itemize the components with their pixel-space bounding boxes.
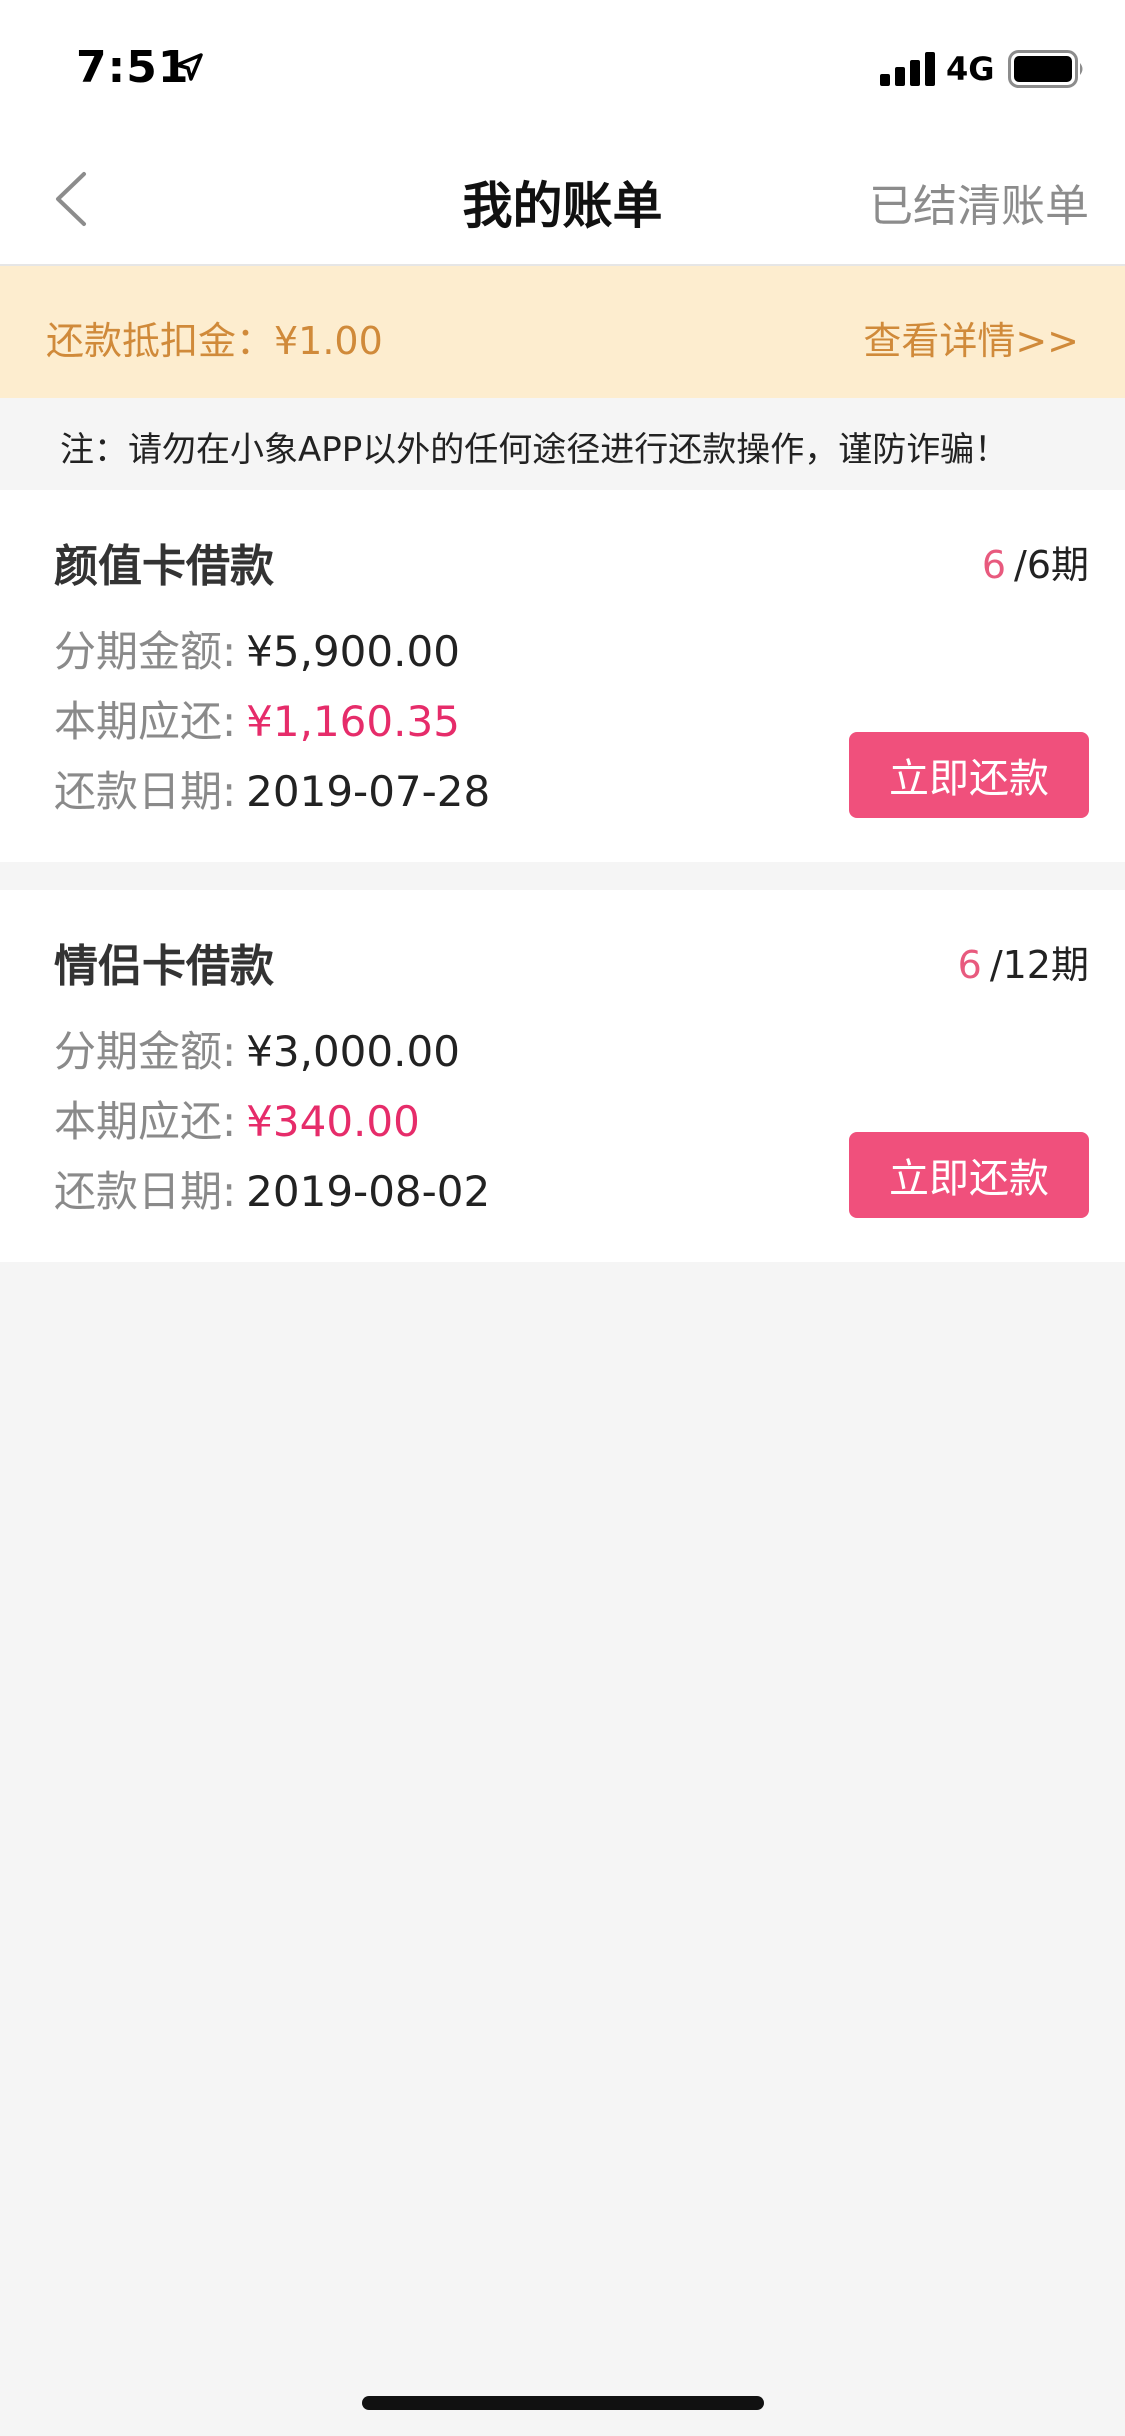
battery-icon [1008, 50, 1083, 88]
deduction-amount: 还款抵扣金：¥1.00 [46, 319, 383, 363]
due-amount-label: 本期应还: [54, 697, 237, 746]
deduction-banner: 还款抵扣金：¥1.00 查看详情>> [0, 266, 1125, 398]
installment-amount-row: 分期金额: ¥3,000.00 [54, 1018, 460, 1079]
location-arrow-icon [175, 53, 203, 81]
installment-amount-row: 分期金额: ¥5,900.00 [54, 618, 460, 679]
period-current: 6 [981, 543, 1007, 587]
network-type: 4G [946, 50, 995, 88]
due-date-value: 2019-08-02 [246, 1167, 491, 1216]
bill-title: 情侣卡借款 [54, 941, 274, 992]
view-details-link[interactable]: 查看详情>> [863, 310, 1079, 365]
installment-amount-value: ¥5,900.00 [246, 627, 460, 676]
installment-amount-value: ¥3,000.00 [246, 1027, 460, 1076]
settled-bills-link[interactable]: 已结清账单 [869, 170, 1089, 234]
period-total: /12期 [989, 943, 1089, 987]
due-date-value: 2019-07-28 [246, 767, 491, 816]
period-total: /6期 [1014, 543, 1089, 587]
installment-amount-label: 分期金额: [54, 627, 237, 676]
repay-now-button[interactable]: 立即还款 [849, 732, 1089, 818]
due-date-label: 还款日期: [54, 1167, 237, 1216]
installment-amount-label: 分期金额: [54, 1027, 237, 1076]
due-amount-row: 本期应还: ¥1,160.35 [54, 688, 460, 749]
home-indicator[interactable] [362, 2396, 764, 2410]
notice-text: 注：请勿在小象APP以外的任何途径进行还款操作，谨防诈骗！ [60, 430, 1009, 470]
bill-card: 颜值卡借款 6/6期 分期金额: ¥5,900.00 本期应还: ¥1,160.35… [0, 490, 1125, 862]
bill-period: 6/6期 [982, 534, 1089, 589]
period-current: 6 [957, 943, 982, 987]
due-amount-value: ¥340.00 [246, 1097, 420, 1146]
due-date-label: 还款日期: [54, 767, 237, 816]
repay-now-button[interactable]: 立即还款 [849, 1132, 1089, 1218]
navigation-bar: 我的账单 已结清账单 [0, 132, 1125, 266]
signal-bars-icon [880, 52, 935, 86]
due-amount-label: 本期应还: [54, 1097, 237, 1146]
due-amount-row: 本期应还: ¥340.00 [54, 1088, 420, 1149]
status-bar: 7:51 4G [0, 0, 1125, 132]
due-date-row: 还款日期: 2019-07-28 [54, 758, 490, 819]
bill-title: 颜值卡借款 [54, 541, 274, 592]
due-date-row: 还款日期: 2019-08-02 [54, 1158, 490, 1219]
bill-card: 情侣卡借款 6/12期 分期金额: ¥3,000.00 本期应还: ¥340.00 … [0, 890, 1125, 1262]
status-time: 7:51 [76, 42, 190, 93]
fraud-notice: 注：请勿在小象APP以外的任何途径进行还款操作，谨防诈骗！ [0, 398, 1125, 488]
bill-period: 6/12期 [958, 934, 1089, 989]
due-amount-value: ¥1,160.35 [246, 697, 460, 746]
